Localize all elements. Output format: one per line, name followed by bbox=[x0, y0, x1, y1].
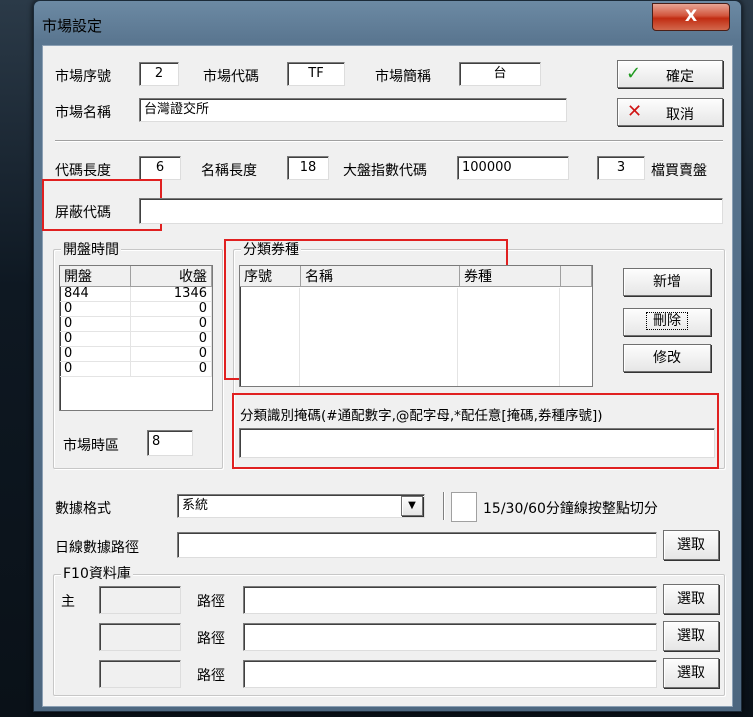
market-seq-field[interactable]: 2 bbox=[139, 62, 179, 86]
open-cell: 0 bbox=[60, 331, 131, 347]
f10-name-field[interactable] bbox=[99, 586, 181, 614]
dropdown-arrow-icon[interactable]: ▼ bbox=[401, 496, 423, 516]
category-mask-label: 分類識別掩碼(#通配數字,@配字母,*配任意[掩碼,券種序號]) bbox=[240, 408, 603, 424]
dialog-client-area: 市場序號 2 市場代碼 TF 市場簡稱 台 ✓ 確定 市場名稱 台灣證交所 ✕ … bbox=[42, 45, 733, 707]
f10-group-label: F10資料庫 bbox=[61, 563, 133, 583]
timezone-label: 市場時區 bbox=[63, 438, 119, 454]
f10-path-label: 路徑 bbox=[197, 594, 225, 610]
delete-label: 刪除 bbox=[646, 312, 688, 330]
f10-browse-button[interactable]: 選取 bbox=[663, 658, 719, 688]
open-time-group-label: 開盤時間 bbox=[61, 239, 121, 259]
f10-name-field[interactable] bbox=[99, 660, 181, 688]
table-row[interactable]: 844 1346 bbox=[60, 286, 212, 302]
daily-path-field[interactable] bbox=[177, 532, 657, 558]
close-cell: 0 bbox=[130, 316, 212, 332]
data-format-value: 系統 bbox=[182, 498, 209, 513]
delete-button[interactable]: 刪除 bbox=[623, 308, 711, 336]
table-row[interactable]: 00 bbox=[60, 316, 212, 332]
category-mask-field[interactable] bbox=[239, 428, 715, 458]
code-length-label: 代碼長度 bbox=[55, 163, 111, 179]
open-cell: 0 bbox=[60, 316, 131, 332]
column-divider bbox=[299, 288, 300, 386]
timezone-field[interactable]: 8 bbox=[147, 430, 193, 456]
code-length-field[interactable]: 6 bbox=[139, 156, 181, 180]
close-cell: 1346 bbox=[130, 286, 212, 302]
name-length-field[interactable]: 18 bbox=[287, 156, 329, 180]
f10-path-field[interactable] bbox=[243, 586, 657, 614]
cancel-label: 取消 bbox=[666, 107, 694, 123]
checkmark-icon: ✓ bbox=[626, 63, 642, 84]
f10-browse-button[interactable]: 選取 bbox=[663, 621, 719, 651]
f10-browse-button[interactable]: 選取 bbox=[663, 584, 719, 614]
table-row[interactable]: 00 bbox=[60, 331, 212, 347]
market-abbr-label: 市場簡稱 bbox=[375, 69, 431, 85]
f10-main-label: 主 bbox=[61, 594, 75, 610]
ok-label: 確定 bbox=[666, 69, 694, 85]
extra-column-header[interactable] bbox=[560, 266, 592, 287]
data-format-select[interactable]: 系統 ▼ bbox=[177, 494, 425, 518]
index-code-field[interactable]: 100000 bbox=[457, 156, 569, 180]
market-name-field[interactable]: 台灣證交所 bbox=[139, 98, 567, 122]
f10-path-label: 路徑 bbox=[197, 668, 225, 684]
close-x-icon: ✕ bbox=[627, 101, 643, 122]
category-list[interactable]: 序號 名稱 券種 bbox=[239, 265, 593, 387]
market-code-field[interactable]: TF bbox=[287, 62, 345, 86]
daily-path-browse-button[interactable]: 選取 bbox=[663, 530, 719, 560]
open-cell: 0 bbox=[60, 301, 131, 317]
edit-button[interactable]: 修改 bbox=[623, 344, 711, 372]
market-settings-dialog: 市場設定 X 市場序號 2 市場代碼 TF 市場簡稱 台 ✓ 確定 市場名稱 台… bbox=[33, 0, 742, 712]
name-column-header[interactable]: 名稱 bbox=[300, 266, 460, 287]
index-code-label: 大盤指數代碼 bbox=[343, 163, 427, 179]
close-cell: 0 bbox=[130, 361, 212, 377]
column-divider bbox=[457, 288, 458, 386]
data-format-label: 數據格式 bbox=[55, 501, 111, 517]
market-code-label: 市場代碼 bbox=[203, 69, 259, 85]
f10-path-field[interactable] bbox=[243, 623, 657, 651]
split-checkbox[interactable] bbox=[451, 492, 477, 522]
close-button[interactable]: X bbox=[652, 3, 730, 31]
f10-path-label: 路徑 bbox=[197, 631, 225, 647]
divider bbox=[55, 140, 723, 142]
type-column-header[interactable]: 券種 bbox=[459, 266, 561, 287]
market-abbr-field[interactable]: 台 bbox=[459, 62, 541, 86]
open-cell: 0 bbox=[60, 346, 131, 362]
close-column-header[interactable]: 收盤 bbox=[130, 266, 212, 287]
market-seq-label: 市場序號 bbox=[55, 69, 111, 85]
divider bbox=[443, 492, 445, 520]
seq-column-header[interactable]: 序號 bbox=[240, 266, 301, 287]
open-cell: 0 bbox=[60, 361, 131, 377]
name-length-label: 名稱長度 bbox=[201, 163, 257, 179]
window-title: 市場設定 bbox=[42, 17, 103, 35]
orderbook-depth-label: 檔買賣盤 bbox=[651, 163, 707, 179]
close-cell: 0 bbox=[130, 346, 212, 362]
table-row[interactable]: 00 bbox=[60, 361, 212, 377]
split-checkbox-label: 15/30/60分鐘線按整點切分 bbox=[483, 501, 658, 517]
cancel-button[interactable]: ✕ 取消 bbox=[617, 98, 723, 126]
ok-button[interactable]: ✓ 確定 bbox=[617, 60, 723, 88]
close-cell: 0 bbox=[130, 301, 212, 317]
f10-name-field[interactable] bbox=[99, 623, 181, 651]
open-time-list[interactable]: 開盤 收盤 844 1346 00 00 00 00 00 bbox=[59, 265, 213, 411]
mask-code-label: 屏蔽代碼 bbox=[55, 205, 111, 221]
column-divider bbox=[559, 288, 560, 386]
open-column-header[interactable]: 開盤 bbox=[60, 266, 131, 287]
close-cell: 0 bbox=[130, 331, 212, 347]
table-row[interactable]: 00 bbox=[60, 301, 212, 317]
title-bar[interactable]: 市場設定 X bbox=[34, 1, 739, 43]
f10-path-field[interactable] bbox=[243, 660, 657, 688]
market-name-label: 市場名稱 bbox=[55, 105, 111, 121]
mask-code-field[interactable] bbox=[139, 198, 723, 224]
daily-path-label: 日線數據路徑 bbox=[55, 540, 139, 556]
table-row[interactable]: 00 bbox=[60, 346, 212, 362]
orderbook-depth-field[interactable]: 3 bbox=[597, 156, 645, 180]
add-button[interactable]: 新增 bbox=[623, 268, 711, 296]
open-cell: 844 bbox=[60, 286, 131, 302]
